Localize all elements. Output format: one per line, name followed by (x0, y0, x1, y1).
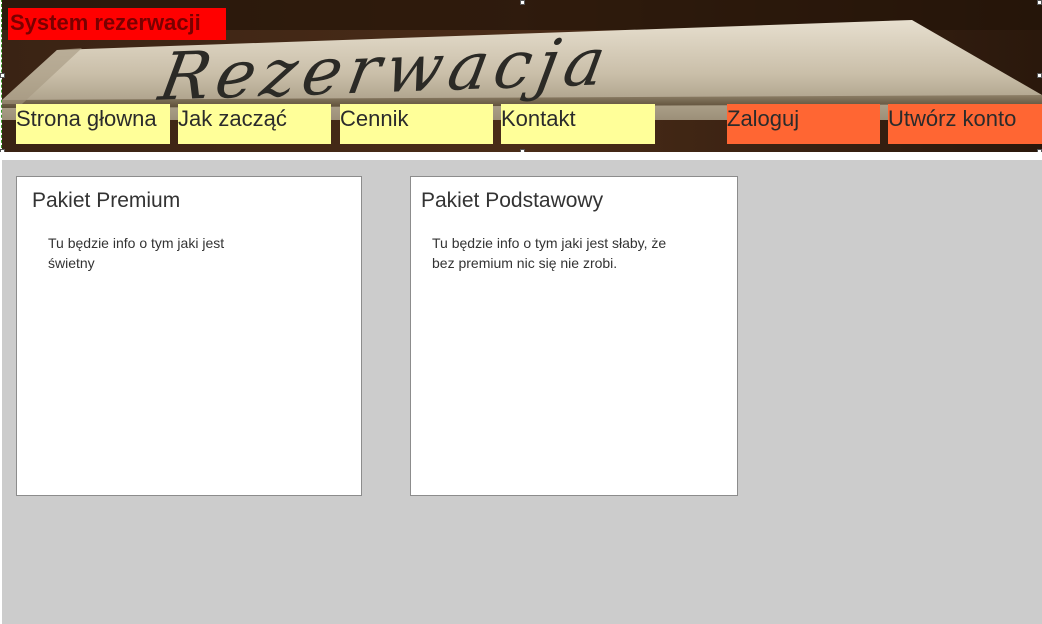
package-title: Pakiet Premium (32, 189, 181, 212)
resize-handle[interactable] (0, 73, 5, 78)
nav-item-home[interactable]: Strona głowna (16, 104, 170, 144)
package-card-basic: Pakiet Podstawowy Tu będzie info o tym j… (410, 176, 738, 496)
page: Rezerwacja System rezerwacji Strona głow… (0, 0, 1042, 624)
nav-item-login[interactable]: Zaloguj (727, 104, 880, 144)
nav-item-contact[interactable]: Kontakt (501, 104, 655, 144)
package-description: Tu będzie info o tym jaki jest świetny (48, 235, 225, 271)
resize-handle[interactable] (1037, 73, 1042, 78)
package-description: Tu będzie info o tym jaki jest słaby, że… (432, 235, 667, 271)
nav-item-getting-started[interactable]: Jak zacząć (178, 104, 331, 144)
resize-handle[interactable] (1037, 0, 1042, 5)
package-card-premium: Pakiet Premium Tu będzie info o tym jaki… (16, 176, 362, 496)
nav-item-pricing[interactable]: Cennik (340, 104, 493, 144)
content-area: Pakiet Premium Tu będzie info o tym jaki… (2, 160, 1042, 624)
site-title[interactable]: System rezerwacji (8, 8, 226, 40)
header-divider (0, 152, 1042, 160)
nav-item-register[interactable]: Utwórz konto (888, 104, 1042, 144)
package-title: Pakiet Podstawowy (421, 189, 604, 212)
header-banner: Rezerwacja System rezerwacji Strona głow… (1, 0, 1042, 153)
resize-handle[interactable] (520, 0, 525, 5)
